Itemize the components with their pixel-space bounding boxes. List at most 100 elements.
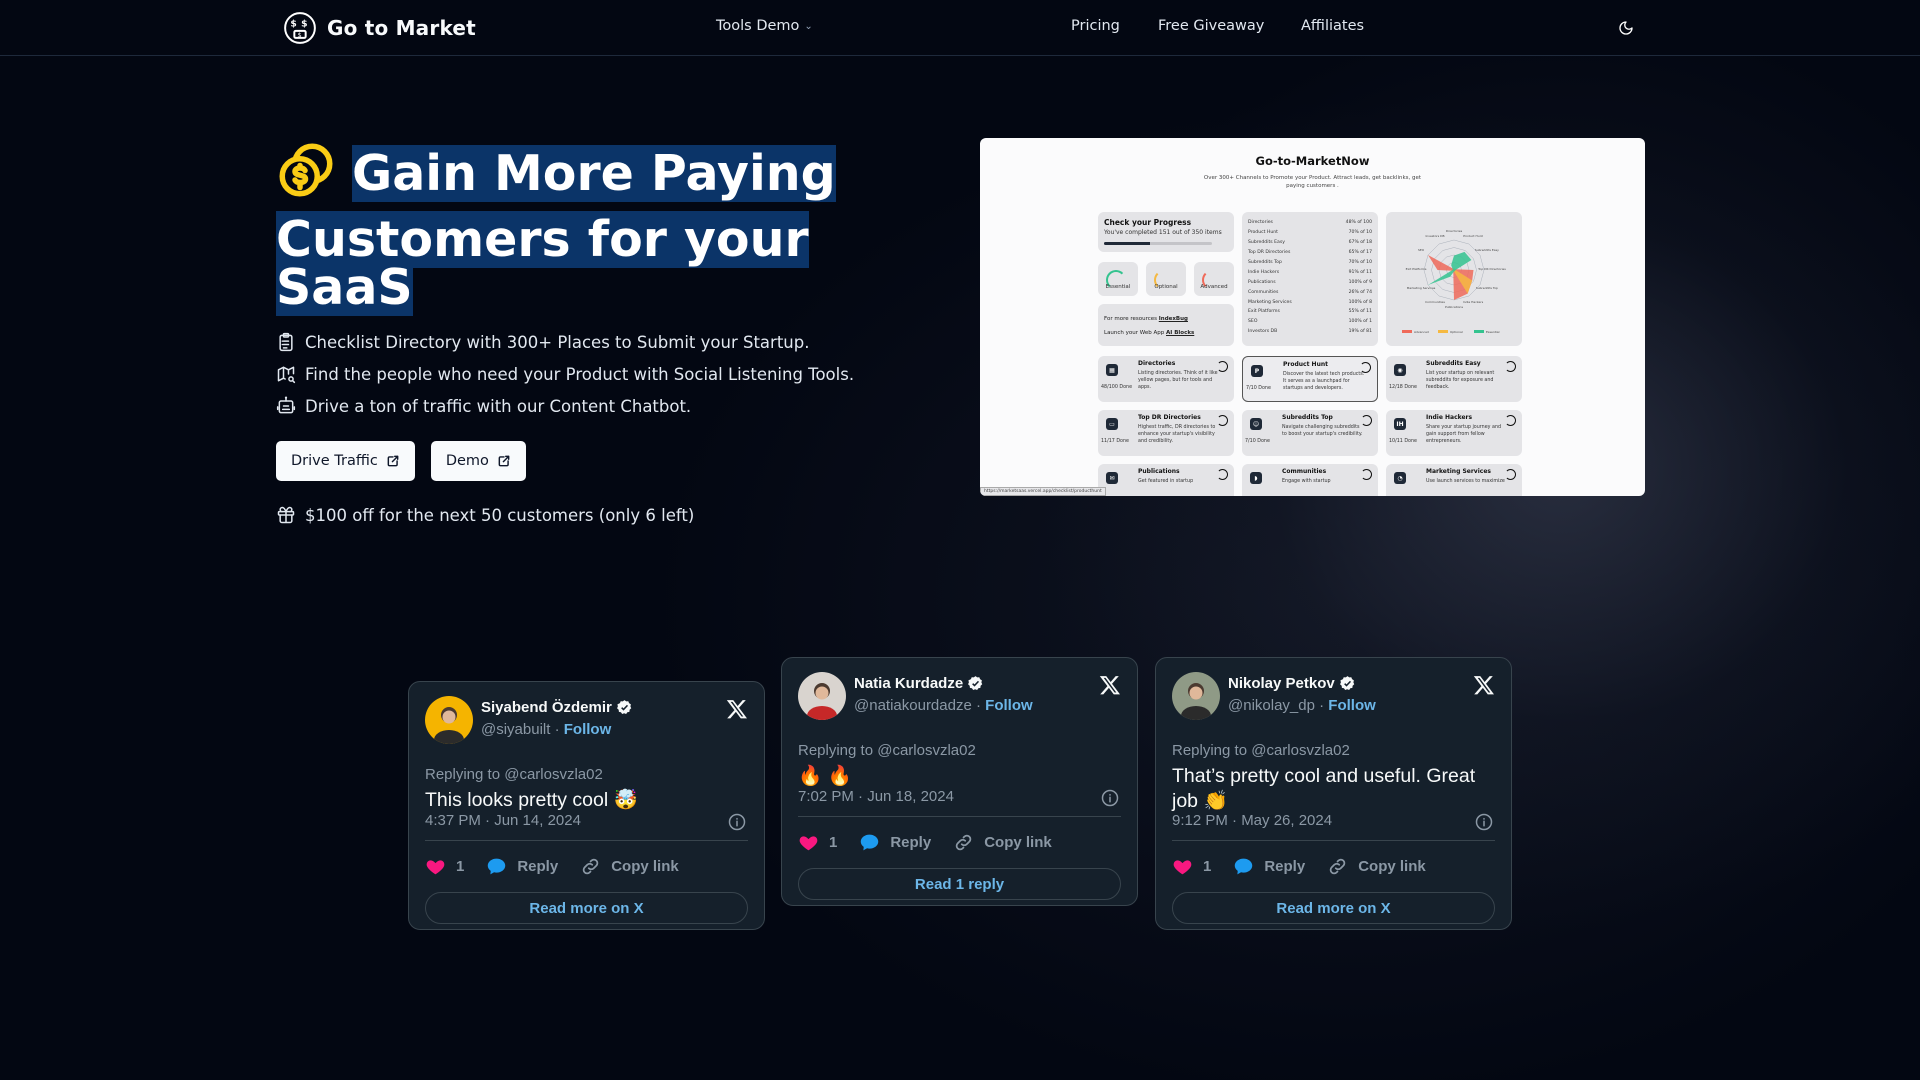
headline-line-3: SaaS bbox=[276, 259, 413, 316]
drive-traffic-button[interactable]: Drive Traffic bbox=[276, 441, 415, 481]
task-title: Directories bbox=[1138, 360, 1176, 367]
follow-link[interactable]: Follow bbox=[1328, 697, 1376, 714]
follow-link[interactable]: Follow bbox=[985, 697, 1033, 714]
tweet-card[interactable]: Nikolay Petkov @nikolay_dp · Follow Replyi… bbox=[1155, 657, 1512, 930]
read-more-button[interactable]: Read 1 reply bbox=[798, 868, 1121, 900]
reply-label: Reply bbox=[890, 834, 932, 851]
category-value: 48% of 100 bbox=[1345, 220, 1372, 226]
tweet-author-name[interactable]: Nikolay Petkov bbox=[1228, 675, 1356, 692]
reply-button[interactable]: Reply bbox=[486, 856, 558, 877]
resources-text: For more resources bbox=[1104, 316, 1157, 322]
handle-text[interactable]: @natiakourdadze bbox=[854, 697, 972, 714]
preview-resources: For more resources IndexBug Launch your … bbox=[1104, 312, 1194, 340]
monitor-icon: ▭ bbox=[1106, 418, 1118, 430]
feature-item: Drive a ton of traffic with our Content … bbox=[276, 390, 854, 422]
preview-subtitle: Over 300+ Channels to Promote your Produ… bbox=[1203, 175, 1422, 189]
read-more-button[interactable]: Read more on X bbox=[425, 892, 748, 924]
radar-axis-label: Subreddits Top bbox=[1476, 286, 1498, 290]
copy-link-button[interactable]: Copy link bbox=[580, 856, 679, 877]
checklist-category-card[interactable]: ▦ 48/100 Done Directories Listing directori… bbox=[1098, 356, 1234, 402]
person-avatar-icon bbox=[434, 707, 464, 744]
category-value: 100% of 1 bbox=[1348, 319, 1372, 325]
category-value: 65% of 17 bbox=[1348, 250, 1372, 256]
verified-badge-icon bbox=[1339, 676, 1354, 691]
avatar[interactable] bbox=[425, 696, 473, 744]
info-icon[interactable] bbox=[1101, 789, 1119, 807]
radar-axis-label: Directories bbox=[1446, 229, 1463, 233]
avatar[interactable] bbox=[798, 672, 846, 720]
offer-text: $100 off for the next 50 customers (only… bbox=[305, 505, 695, 525]
verified-badge-icon bbox=[616, 700, 632, 715]
like-button[interactable]: 1 bbox=[798, 832, 837, 853]
tweet-card[interactable]: Natia Kurdadze @natiakourdadze · Follow Re… bbox=[781, 657, 1138, 906]
task-description: Engage with startup bbox=[1282, 479, 1331, 484]
tweet-timestamp[interactable]: 9:12 PM · May 26, 2024 bbox=[1172, 812, 1332, 829]
follow-link[interactable]: Follow bbox=[564, 721, 612, 738]
category-row: Marketing Services 100% of 8 bbox=[1248, 297, 1372, 307]
info-icon[interactable] bbox=[728, 813, 746, 831]
tweet-timestamp[interactable]: 4:37 PM · Jun 14, 2024 bbox=[425, 812, 581, 829]
nav-link-affiliates[interactable]: Affiliates bbox=[1301, 18, 1364, 34]
reply-button[interactable]: Reply bbox=[1233, 856, 1305, 877]
copy-link-button[interactable]: Copy link bbox=[1327, 856, 1426, 877]
x-logo-icon[interactable] bbox=[1473, 674, 1495, 696]
checklist-category-card[interactable]: ✉ Publications Get featured in startup bbox=[1098, 464, 1234, 496]
radar-axis-label: Top DR Directories bbox=[1477, 267, 1506, 271]
indie-hackers-icon: IH bbox=[1394, 418, 1406, 430]
task-description: Share your startup journey and gain supp… bbox=[1426, 425, 1502, 444]
reply-label: Reply bbox=[1264, 858, 1306, 875]
tweet-author-name[interactable]: Siyabend Özdemir bbox=[481, 699, 633, 716]
person-avatar-icon bbox=[807, 683, 837, 720]
x-logo-icon[interactable] bbox=[726, 698, 748, 720]
tweet-author-name[interactable]: Natia Kurdadze bbox=[854, 675, 984, 692]
checklist-category-card[interactable]: IH 10/11 Done Indie Hackers Share your star… bbox=[1386, 410, 1522, 456]
category-list: Directories 48% of 100 Product Hunt 70% of … bbox=[1248, 218, 1372, 337]
progress-ring-icon bbox=[1361, 415, 1372, 426]
category-name: Top DR Directories bbox=[1248, 250, 1291, 256]
task-done-count: 11/17 Done bbox=[1101, 439, 1129, 444]
x-logo-icon[interactable] bbox=[1099, 674, 1121, 696]
checklist-category-card[interactable]: ◔ Marketing Services Use launch services t… bbox=[1386, 464, 1522, 496]
copy-link-label: Copy link bbox=[984, 834, 1052, 851]
info-icon[interactable] bbox=[1475, 813, 1493, 831]
category-row: Directories 48% of 100 bbox=[1248, 218, 1372, 228]
indexbug-link[interactable]: IndexBug bbox=[1159, 316, 1188, 322]
drive-traffic-label: Drive Traffic bbox=[291, 453, 378, 469]
progress-ring-icon bbox=[1217, 469, 1228, 480]
tweet-timestamp[interactable]: 7:02 PM · Jun 18, 2024 bbox=[798, 788, 954, 805]
copy-link-label: Copy link bbox=[1358, 858, 1426, 875]
demo-button[interactable]: Demo bbox=[430, 441, 526, 481]
preview-category-list: Directories 48% of 100 Product Hunt 70% of … bbox=[1242, 212, 1378, 346]
tweet-card[interactable]: Siyabend Özdemir @siyabuilt · Follow Reply… bbox=[408, 681, 765, 930]
handle-text[interactable]: @siyabuilt bbox=[481, 721, 550, 738]
preview-radar-card: Directories Product Hunt Subreddits Easy To… bbox=[1386, 212, 1522, 346]
feature-text: Checklist Directory with 300+ Places to … bbox=[305, 332, 810, 352]
tools-demo-dropdown[interactable]: Tools Demo ⌄ bbox=[716, 18, 813, 34]
checklist-category-card[interactable]: ☺ 7/10 Done Subreddits Top Navigate challen… bbox=[1242, 410, 1378, 456]
checklist-category-card[interactable]: ▭ 11/17 Done Top DR Directories Highest tra… bbox=[1098, 410, 1234, 456]
ai-blocks-link[interactable]: AI Blocks bbox=[1166, 330, 1194, 336]
nav-link-pricing[interactable]: Pricing bbox=[1071, 18, 1120, 34]
preview-resources-card: For more resources IndexBug Launch your … bbox=[1098, 304, 1234, 346]
brand-logo-link[interactable]: $ $ $ Go to Market bbox=[283, 11, 476, 45]
copy-link-button[interactable]: Copy link bbox=[953, 832, 1052, 853]
checklist-category-card[interactable]: ◗ Communities Engage with startup bbox=[1242, 464, 1378, 496]
top-navbar: $ $ $ Go to Market Tools Demo ⌄ Pricing … bbox=[0, 0, 1920, 56]
task-done-count: 7/10 Done bbox=[1245, 439, 1270, 444]
read-more-button[interactable]: Read more on X bbox=[1172, 892, 1495, 924]
reply-button[interactable]: Reply bbox=[859, 832, 931, 853]
gift-icon bbox=[277, 506, 295, 524]
like-button[interactable]: 1 bbox=[1172, 856, 1211, 877]
category-row: Top DR Directories 65% of 17 bbox=[1248, 248, 1372, 258]
checklist-category-card[interactable]: ◉ 12/18 Done Subreddits Easy List your star… bbox=[1386, 356, 1522, 402]
theme-toggle-button[interactable] bbox=[1614, 16, 1638, 40]
like-count: 1 bbox=[456, 858, 465, 875]
heart-icon bbox=[426, 860, 445, 875]
svg-text:$: $ bbox=[301, 19, 307, 30]
avatar[interactable] bbox=[1172, 672, 1220, 720]
like-button[interactable]: 1 bbox=[425, 856, 464, 877]
reddit-icon: ◉ bbox=[1394, 364, 1406, 376]
nav-link-free-giveaway[interactable]: Free Giveaway bbox=[1158, 18, 1264, 34]
checklist-category-card[interactable]: P 7/10 Done Product Hunt Discover the lates… bbox=[1242, 356, 1378, 402]
handle-text[interactable]: @nikolay_dp bbox=[1228, 697, 1315, 714]
